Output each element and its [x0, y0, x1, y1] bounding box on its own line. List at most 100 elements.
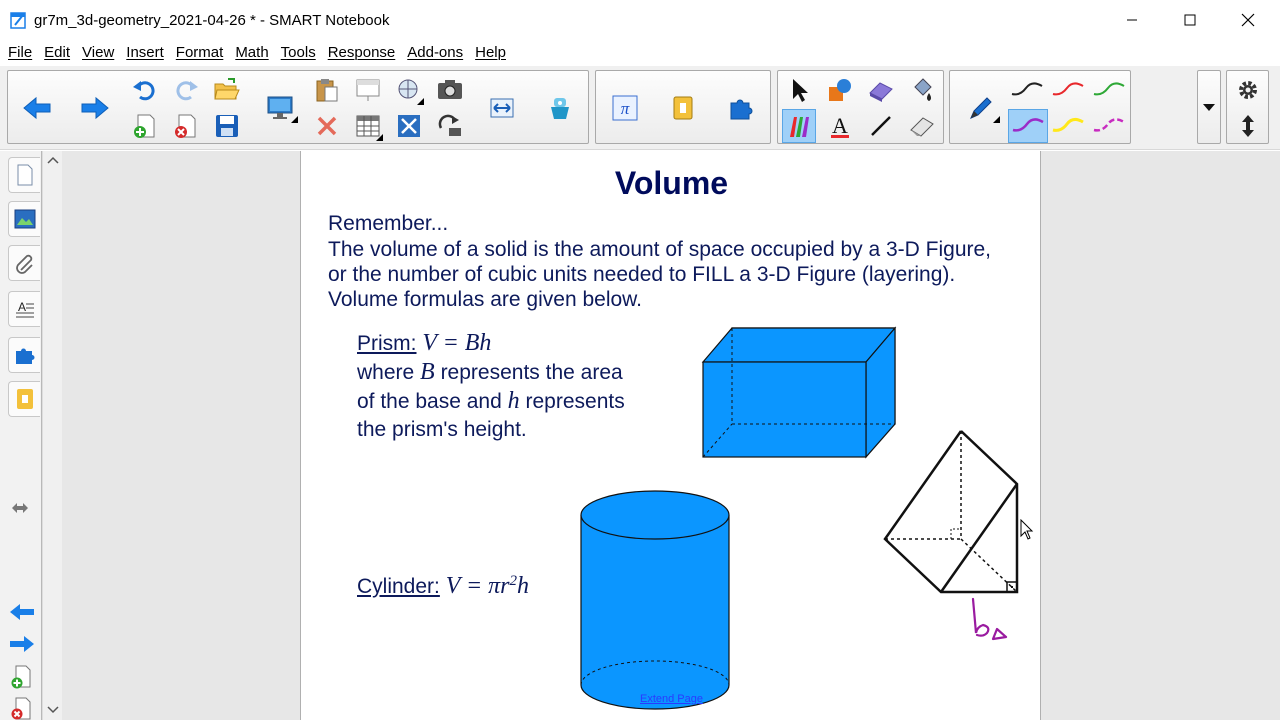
properties-tab[interactable]: A [8, 291, 40, 327]
sidebar-delete-page-button[interactable] [10, 697, 34, 720]
open-file-button[interactable] [210, 73, 244, 107]
page-title: Volume [614, 165, 729, 201]
insert-table-button[interactable] [351, 109, 385, 143]
window-title: gr7m_3d-geometry_2021-04-26 * - SMART No… [34, 11, 390, 29]
undo-button[interactable] [128, 73, 162, 107]
add-page-button[interactable] [128, 109, 162, 143]
save-button[interactable] [210, 109, 244, 143]
magic-shape-button[interactable] [864, 73, 898, 107]
delete-page-button[interactable] [169, 109, 203, 143]
pen-black-button[interactable] [1010, 73, 1044, 107]
notebook-app-icon [10, 12, 26, 29]
fill-icon [914, 78, 932, 101]
screen-share-button[interactable] [260, 91, 300, 125]
pen-purple-button[interactable] [1008, 109, 1048, 143]
pen-green-button[interactable] [1092, 73, 1126, 107]
delete-icon [317, 116, 337, 136]
notebook-page[interactable]: Volume Remember... The volume of a solid… [300, 151, 1041, 720]
add-ons-button[interactable] [724, 91, 758, 125]
pen-yellow-button[interactable] [1051, 109, 1085, 143]
add-page-icon [134, 114, 155, 138]
toolbar-group-addons: π [595, 70, 771, 144]
dual-page-button[interactable] [485, 91, 519, 125]
sidebar-add-page-button[interactable] [10, 665, 34, 694]
cylinder-formula-block: Cylinder: V = πr2h [357, 573, 529, 600]
sidebar-next-page-button[interactable] [8, 634, 36, 659]
delete-button[interactable] [310, 109, 344, 143]
open-folder-icon [214, 78, 240, 100]
menu-response[interactable]: Response [322, 44, 402, 61]
move-toolbar-button[interactable] [1231, 109, 1265, 143]
gallery-tab[interactable] [8, 201, 40, 237]
undo-icon [133, 81, 155, 101]
redo-button[interactable] [169, 73, 203, 107]
sidebar-previous-page-button[interactable] [8, 602, 36, 627]
screen-share-icon [267, 96, 293, 119]
attachments-tab[interactable] [8, 245, 40, 281]
lesson-activity-tab[interactable] [8, 381, 40, 417]
text-tool-button[interactable]: A [823, 109, 857, 143]
close-icon [1241, 13, 1255, 27]
capture-button[interactable] [392, 73, 426, 107]
paste-button[interactable] [310, 73, 344, 107]
pen-tool-button[interactable] [960, 91, 1002, 125]
addon-icon [673, 96, 693, 120]
menu-view[interactable]: View [76, 44, 120, 61]
camera-button[interactable] [433, 73, 467, 107]
prism-var-h: h [507, 388, 520, 414]
remember-text: Remember... [328, 212, 449, 235]
toolbar-settings-button[interactable] [1231, 73, 1265, 107]
select-arrow-icon [793, 79, 808, 102]
triangular-prism-shape[interactable] [883, 429, 1023, 597]
menu-file[interactable]: File [2, 44, 38, 61]
page-sorter-tab[interactable] [8, 157, 40, 193]
title-bar: gr7m_3d-geometry_2021-04-26 * - SMART No… [0, 0, 1280, 40]
pen-stroke-red-icon [1052, 82, 1084, 96]
full-screen-button[interactable] [392, 109, 426, 143]
delete-page-icon [11, 697, 31, 720]
minimize-button[interactable] [1103, 0, 1161, 40]
select-tool-button[interactable] [782, 73, 816, 107]
pen-stroke-black-icon [1011, 82, 1043, 96]
resize-sidebar-icon[interactable] [11, 502, 29, 514]
vertical-scrollbar[interactable] [42, 151, 62, 720]
pen-red-button[interactable] [1051, 73, 1085, 107]
prism-label: Prism: [357, 332, 417, 355]
menu-format[interactable]: Format [170, 44, 230, 61]
menu-help[interactable]: Help [469, 44, 512, 61]
maximize-icon [1184, 14, 1196, 26]
svg-text:A: A [18, 300, 26, 314]
chevron-up-icon [47, 156, 59, 164]
rectangular-prism-shape[interactable] [701, 326, 899, 459]
close-button[interactable] [1219, 0, 1277, 40]
cylinder-shape[interactable] [579, 489, 731, 711]
math-tools-button[interactable]: π [608, 91, 642, 125]
fill-tool-button[interactable] [905, 73, 939, 107]
menu-add-ons[interactable]: Add-ons [401, 44, 469, 61]
maximize-button[interactable] [1161, 0, 1219, 40]
menu-tools[interactable]: Tools [275, 44, 322, 61]
back-arrow-icon [23, 96, 51, 120]
extend-page-link[interactable]: Extend Page [640, 693, 703, 705]
screen-shade-icon [356, 79, 380, 101]
next-page-button[interactable] [78, 91, 112, 125]
menu-edit[interactable]: Edit [38, 44, 76, 61]
page-sorter-icon [17, 164, 32, 186]
eraser-tool-button[interactable] [905, 109, 939, 143]
shapes-tool-button[interactable] [823, 73, 857, 107]
previous-page-button[interactable] [20, 91, 54, 125]
pen-magenta-button[interactable] [1092, 109, 1126, 143]
lab-tools-button[interactable] [666, 91, 700, 125]
addon-icon [16, 389, 33, 409]
screen-shade-button[interactable] [351, 73, 385, 107]
line-tool-button[interactable] [864, 109, 898, 143]
menu-math[interactable]: Math [229, 44, 274, 61]
toolbar-group-page [7, 70, 589, 144]
menu-insert[interactable]: Insert [120, 44, 170, 61]
rotate-button[interactable] [433, 109, 467, 143]
toolbar-overflow[interactable] [1197, 70, 1221, 144]
response-button[interactable] [543, 91, 577, 125]
creative-pens-button[interactable] [782, 109, 816, 143]
add-ons-tab[interactable] [8, 337, 40, 373]
puzzle-icon [15, 348, 34, 364]
